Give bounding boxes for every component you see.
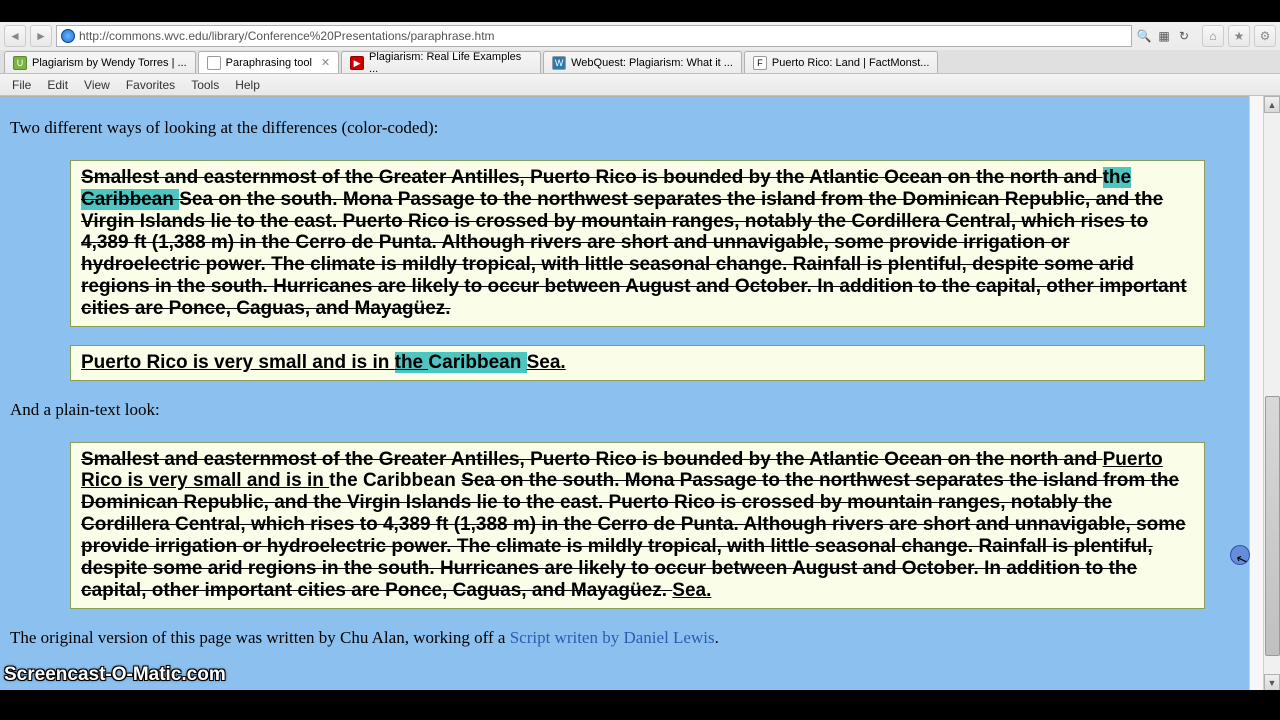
tab-paraphrasing-tool[interactable]: Paraphrasing tool ✕ <box>198 51 339 73</box>
tab-factmonster[interactable]: F Puerto Rico: Land | FactMonst... <box>744 51 939 73</box>
footer-post: . <box>715 628 719 647</box>
result-box-paraphrase: Puerto Rico is very small and is in the … <box>70 345 1205 381</box>
result-box-combined: Smallest and easternmost of the Greater … <box>70 442 1205 609</box>
strike-text: Smallest and easternmost of the Greater … <box>81 449 1103 470</box>
window-controls: ⌂ ★ ⚙ <box>1196 25 1276 47</box>
back-button[interactable]: ◄ <box>4 25 26 47</box>
search-icon[interactable]: 🔍 <box>1136 29 1152 43</box>
highlight-text: Caribbean <box>428 352 526 373</box>
address-bar[interactable]: http://commons.wvc.edu/library/Conferenc… <box>56 25 1132 47</box>
favicon-factmonster: F <box>753 56 767 70</box>
nav-row: ◄ ► http://commons.wvc.edu/library/Confe… <box>0 22 1280 50</box>
mouse-cursor: ↖ <box>1230 545 1252 567</box>
highlight-underline-text: the <box>395 352 429 373</box>
tab-label: Plagiarism by Wendy Torres | ... <box>32 57 187 69</box>
scroll-down-button[interactable]: ▼ <box>1264 674 1280 691</box>
plain-text: the Caribbean <box>329 470 461 491</box>
close-icon[interactable]: ✕ <box>321 56 330 69</box>
footer-credit: The original version of this page was wr… <box>10 627 1270 650</box>
heading-color-coded: Two different ways of looking at the dif… <box>10 117 1270 140</box>
menu-help[interactable]: Help <box>227 76 268 94</box>
watermark: Screencast-O-Matic.com <box>4 664 226 686</box>
ie-icon <box>61 29 75 43</box>
compat-icon[interactable]: ▦ <box>1156 29 1172 43</box>
strike-text: Sea on the south. Mona Passage to the no… <box>81 189 1187 319</box>
heading-plaintext: And a plain-text look: <box>10 399 1270 422</box>
footer-link[interactable]: Script writen by Daniel Lewis <box>510 628 715 647</box>
tabs-row: U Plagiarism by Wendy Torres | ... Parap… <box>0 50 1280 74</box>
letterbox-top <box>0 0 1280 22</box>
tab-plagiarism-examples[interactable]: ▶ Plagiarism: Real Life Examples ... <box>341 51 541 73</box>
page-content: Two different ways of looking at the dif… <box>0 97 1280 692</box>
browser-chrome: ◄ ► http://commons.wvc.edu/library/Confe… <box>0 22 1280 97</box>
tab-label: Plagiarism: Real Life Examples ... <box>369 51 532 75</box>
highlight-text: the <box>1103 167 1132 188</box>
tab-plagiarism-wendy[interactable]: U Plagiarism by Wendy Torres | ... <box>4 51 196 73</box>
favicon-blank <box>207 56 221 70</box>
tools-icon[interactable]: ⚙ <box>1254 25 1276 47</box>
menu-file[interactable]: File <box>4 76 39 94</box>
sidebar-partial <box>1249 96 1263 691</box>
result-box-original: Smallest and easternmost of the Greater … <box>70 160 1205 327</box>
tab-label: Paraphrasing tool <box>226 57 312 69</box>
highlight-strike-text: Caribbean <box>81 189 179 210</box>
tab-label: Puerto Rico: Land | FactMonst... <box>772 57 930 69</box>
favicon-youtube: ▶ <box>350 56 364 70</box>
favorites-icon[interactable]: ★ <box>1228 25 1250 47</box>
scroll-up-button[interactable]: ▲ <box>1264 96 1280 113</box>
underline-text: Sea. <box>527 352 566 373</box>
footer-pre: The original version of this page was wr… <box>10 628 510 647</box>
home-icon[interactable]: ⌂ <box>1202 25 1224 47</box>
letterbox-bottom <box>0 690 1280 720</box>
scroll-thumb[interactable] <box>1265 396 1280 656</box>
forward-button[interactable]: ► <box>30 25 52 47</box>
underline-text: Sea. <box>672 580 711 601</box>
menu-view[interactable]: View <box>76 76 118 94</box>
strike-text: Smallest and easternmost of the Greater … <box>81 167 1103 188</box>
vertical-scrollbar[interactable]: ▲ ▼ <box>1263 96 1280 691</box>
menu-tools[interactable]: Tools <box>183 76 227 94</box>
menu-favorites[interactable]: Favorites <box>118 76 183 94</box>
tab-label: WebQuest: Plagiarism: What it ... <box>571 57 733 69</box>
refresh-icon[interactable]: ↻ <box>1176 29 1192 43</box>
favicon-webquest: W <box>552 56 566 70</box>
menu-bar: File Edit View Favorites Tools Help <box>0 74 1280 96</box>
menu-edit[interactable]: Edit <box>39 76 76 94</box>
underline-text: Puerto Rico is very small and is in <box>81 352 395 373</box>
favicon-u: U <box>13 56 27 70</box>
url-text: http://commons.wvc.edu/library/Conferenc… <box>79 29 495 43</box>
tab-webquest[interactable]: W WebQuest: Plagiarism: What it ... <box>543 51 742 73</box>
